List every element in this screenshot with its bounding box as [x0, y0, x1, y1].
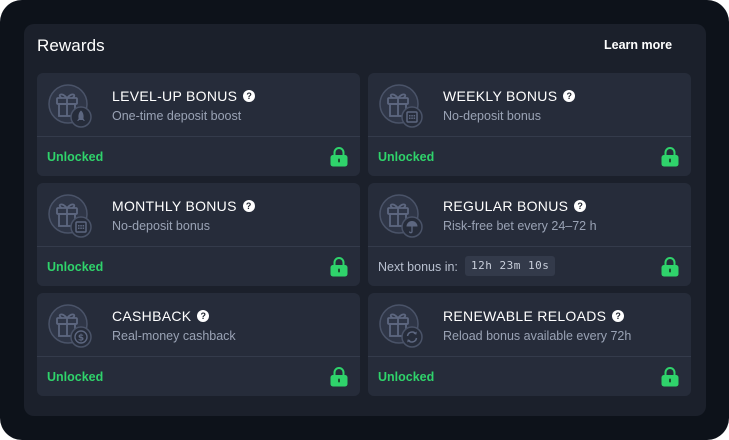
- help-icon[interactable]: ?: [612, 310, 625, 322]
- gift-icon: [378, 303, 424, 349]
- card-title: CASHBACK: [112, 308, 192, 324]
- card-title: MONTHLY BONUS: [112, 198, 237, 214]
- status-label: Unlocked: [378, 370, 435, 384]
- help-icon[interactable]: ?: [242, 200, 255, 212]
- help-icon[interactable]: ?: [563, 90, 576, 102]
- rewards-panel: Rewards Learn more LEVEL-UP BONUS ? One-…: [24, 24, 706, 416]
- card-subtitle: No-deposit bonus: [443, 109, 541, 123]
- status-label: Unlocked: [378, 150, 435, 164]
- unlocked-lock-icon: [330, 147, 348, 167]
- reward-card-level-up: LEVEL-UP BONUS ? One-time deposit boost …: [37, 73, 360, 176]
- gift-icon: [47, 83, 93, 129]
- card-title: REGULAR BONUS: [443, 198, 569, 214]
- status-label: Unlocked: [47, 260, 104, 274]
- status-label: Unlocked: [47, 370, 104, 384]
- help-icon[interactable]: ?: [197, 310, 210, 322]
- reward-card-renewable-reloads: RENEWABLE RELOADS ? Reload bonus availab…: [368, 293, 691, 396]
- unlocked-lock-icon: [330, 257, 348, 277]
- reward-card-weekly: WEEKLY BONUS ? No-deposit bonus Unlocked: [368, 73, 691, 176]
- card-title: LEVEL-UP BONUS: [112, 88, 238, 104]
- card-subtitle: One-time deposit boost: [112, 109, 242, 123]
- reward-card-regular: REGULAR BONUS ? Risk-free bet every 24–7…: [368, 183, 691, 286]
- card-subtitle: Reload bonus available every 72h: [443, 329, 632, 343]
- countdown-timer: 12h 23m 10s: [465, 256, 556, 276]
- card-title: WEEKLY BONUS: [443, 88, 558, 104]
- unlocked-lock-icon: [330, 367, 348, 387]
- gift-icon: [47, 193, 93, 239]
- reward-card-cashback: $ CASHBACK ? Real-money cashback Unlocke…: [37, 293, 360, 396]
- reward-card-monthly: MONTHLY BONUS ? No-deposit bonus Unlocke…: [37, 183, 360, 286]
- card-subtitle: No-deposit bonus: [112, 219, 210, 233]
- card-title: RENEWABLE RELOADS: [443, 308, 607, 324]
- svg-text:$: $: [78, 334, 84, 344]
- panel-title: Rewards: [37, 36, 105, 55]
- status-label: Unlocked: [47, 150, 104, 164]
- unlocked-lock-icon: [661, 147, 679, 167]
- card-subtitle: Risk-free bet every 24–72 h: [443, 219, 597, 233]
- learn-more-link[interactable]: Learn more: [604, 38, 672, 52]
- gift-icon: [378, 193, 424, 239]
- app-frame: Rewards Learn more LEVEL-UP BONUS ? One-…: [0, 0, 729, 440]
- unlocked-lock-icon: [661, 257, 679, 277]
- help-icon[interactable]: ?: [574, 200, 587, 212]
- gift-icon: [378, 83, 424, 129]
- gift-icon: $: [47, 303, 93, 349]
- help-icon[interactable]: ?: [243, 90, 256, 102]
- card-subtitle: Real-money cashback: [112, 329, 236, 343]
- next-bonus-label: Next bonus in:: [378, 260, 458, 274]
- unlocked-lock-icon: [661, 367, 679, 387]
